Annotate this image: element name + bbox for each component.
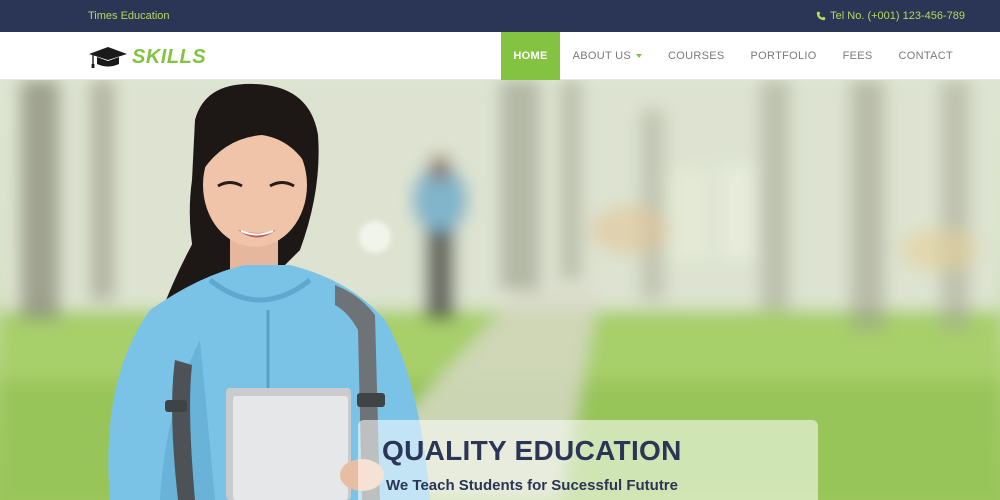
nav-item-label: CONTACT [898, 50, 953, 62]
nav-item-fees[interactable]: FEES [830, 32, 886, 80]
nav-item-portfolio[interactable]: PORTFOLIO [738, 32, 830, 80]
nav-item-label: COURSES [668, 50, 725, 62]
top-bar-phone[interactable]: Tel No. (+001) 123-456-789 [816, 10, 965, 22]
caret-down-icon [636, 54, 643, 58]
nav-menu: HOME ABOUT US COURSES PORTFOLIO FEES CON… [501, 32, 966, 80]
site-logo[interactable]: SKILLS [88, 45, 206, 69]
hero-title: QUALITY EDUCATION [382, 435, 682, 466]
nav-item-label: HOME [513, 50, 548, 62]
nav-item-about-us[interactable]: ABOUT US [560, 32, 655, 80]
main-navbar: SKILLS HOME ABOUT US COURSES PORTFOLIO F… [0, 32, 1000, 80]
phone-icon [816, 11, 826, 21]
graduation-cap-icon [89, 47, 127, 68]
hero-subtitle: We Teach Students for Sucessful Fututre [386, 477, 678, 494]
nav-item-courses[interactable]: COURSES [655, 32, 738, 80]
nav-item-contact[interactable]: CONTACT [886, 32, 966, 80]
nav-item-label: PORTFOLIO [750, 50, 817, 62]
nav-item-label: FEES [842, 50, 873, 62]
top-bar-brand-text: Times Education [88, 10, 170, 22]
nav-item-home[interactable]: HOME [501, 32, 560, 80]
nav-item-label: ABOUT US [572, 50, 632, 62]
logo-text: SKILLS [132, 45, 207, 68]
hero-banner: QUALITY EDUCATION We Teach Students for … [0, 80, 1000, 500]
phone-number-text: Tel No. (+001) 123-456-789 [830, 10, 965, 22]
top-bar: Times Education Tel No. (+001) 123-456-7… [0, 0, 1000, 32]
